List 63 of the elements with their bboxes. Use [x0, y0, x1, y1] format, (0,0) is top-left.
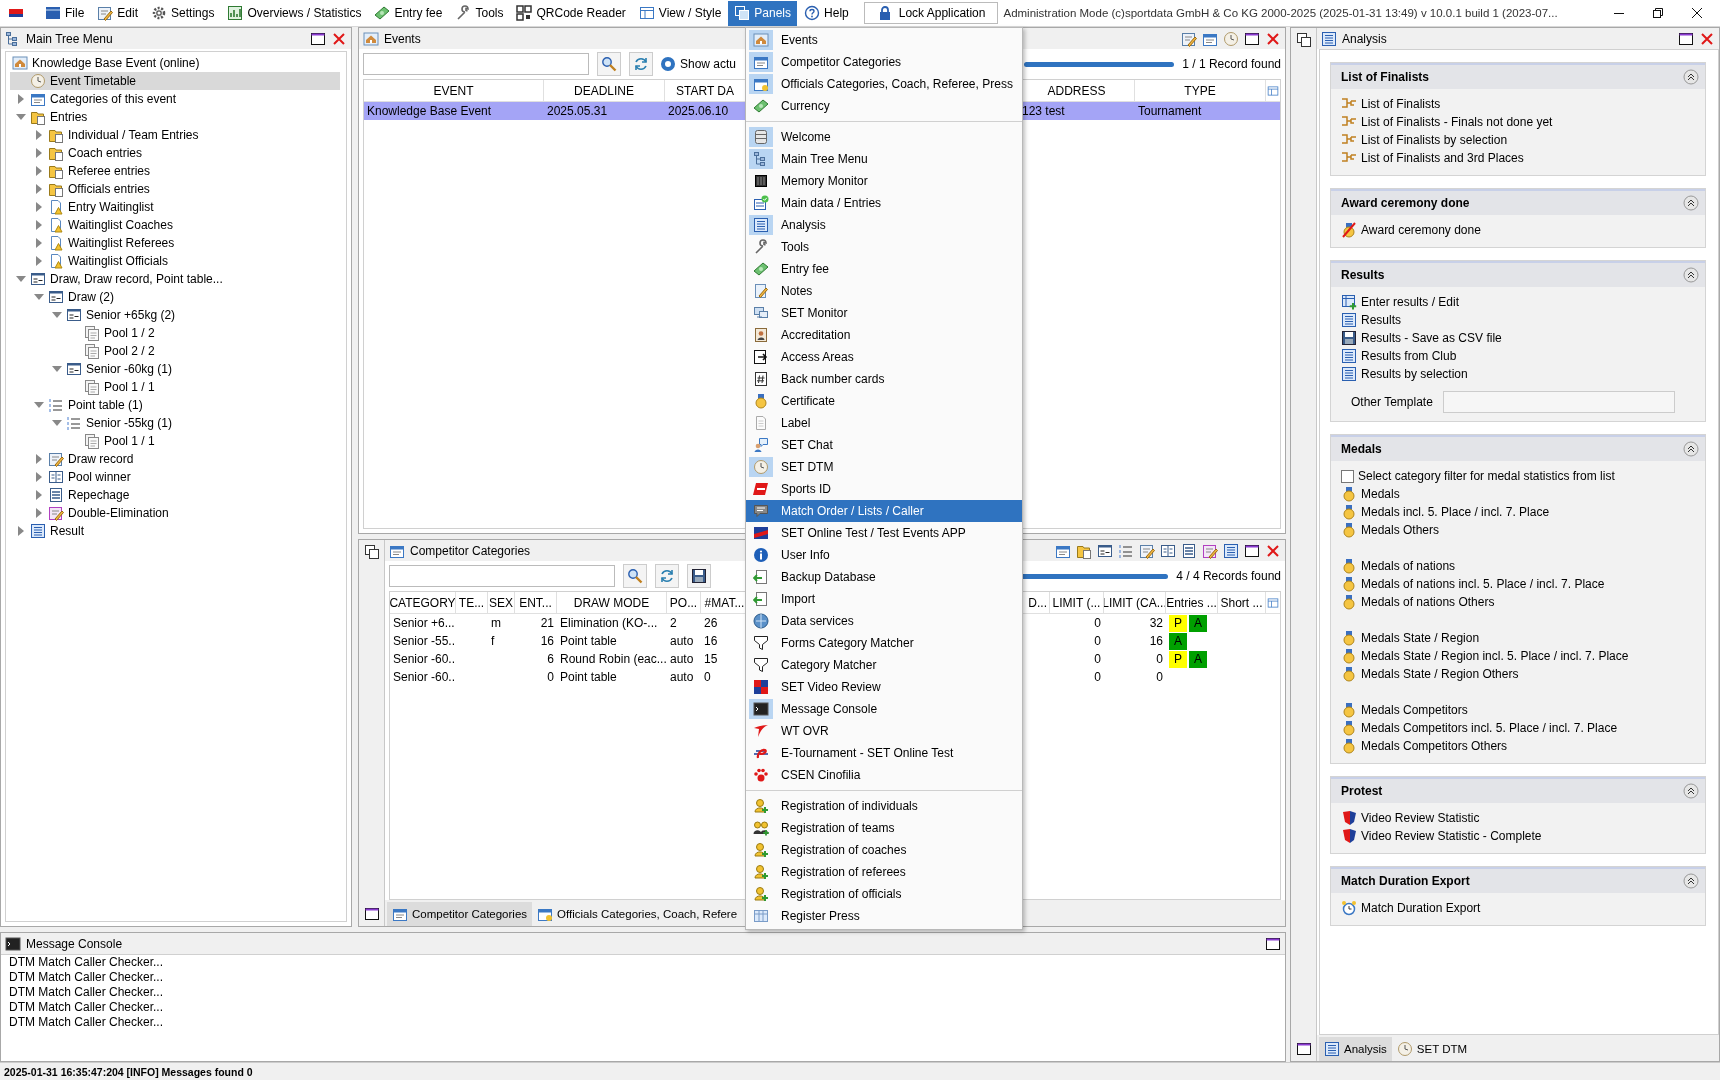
table-cell-text: 2025.06.10 [667, 103, 730, 120]
app-info-text: Administration Mode (c)sportdata GmbH & Co KG 2000-2025 (2025-01-31 13:49) v 10.0.1 build 1 (2023-07... [1003, 7, 1558, 19]
status-badge: A [1169, 632, 1187, 650]
table-cell-text: 15 [703, 651, 719, 668]
status-badge: A [1189, 650, 1207, 668]
table-cell-text: m [490, 615, 502, 632]
table-cell-text: Point table [559, 633, 618, 650]
table-cell-text: Senior -60... [392, 669, 456, 686]
table-cell-text: f [490, 633, 496, 650]
status-badge: P [1169, 650, 1187, 668]
table-cell-text: auto [669, 633, 695, 650]
table-cell-text: 0 [1155, 651, 1164, 668]
table-cell-text: Senior +6... [392, 615, 456, 632]
table-cell-text: 16 [539, 633, 555, 650]
table-cell-text: auto [669, 669, 695, 686]
field-label: Other Template [1351, 395, 1433, 409]
section-title: Results [1341, 268, 1385, 282]
log-line: DTM Match Caller Checker... [9, 955, 165, 970]
table-cell-text: 0 [1093, 651, 1102, 668]
status-badge: A [1189, 614, 1207, 632]
table-cell-text: Senior -55... [392, 633, 456, 650]
table-cell-text: 2025.05.31 [546, 103, 609, 120]
table-cell-text: 0 [546, 669, 555, 686]
table-cell-text: 0 [1093, 633, 1102, 650]
record-count: 1 / 1 Record found [1182, 57, 1281, 71]
panel-title: Message Console [26, 936, 123, 951]
checkbox-label: Select category filter for medal statistics from list [1358, 469, 1615, 483]
log-line: DTM Match Caller Checker... [9, 1000, 165, 1015]
log-line: DTM Match Caller Checker... [9, 985, 165, 1000]
section-title: Award ceremony done [1341, 196, 1470, 210]
table-cell-text: 32 [1148, 615, 1164, 632]
panel-title: Analysis [1342, 31, 1387, 46]
section-title: Match Duration Export [1341, 874, 1470, 888]
status-text: 2025-01-31 16:35:47:204 [INFO] Messages found 0 [4, 1065, 253, 1078]
table-cell-text: 0 [1093, 669, 1102, 686]
radio-label: Show actu [680, 57, 737, 71]
table-cell-text: 2 [669, 615, 678, 632]
section-title: List of Finalists [1341, 70, 1429, 84]
table-cell-text: auto [669, 651, 695, 668]
table-cell-text: Point table [559, 669, 618, 686]
log-line: DTM Match Caller Checker... [9, 970, 165, 985]
table-cell-text: Round Robin (eac... [559, 651, 667, 668]
table-cell-text: Knowledge Base Event [366, 103, 493, 120]
section-title: Protest [1341, 784, 1383, 798]
table-cell-text: Elimination (KO-... [559, 615, 659, 632]
table-cell-text: 21 [539, 615, 555, 632]
log-line: DTM Match Caller Checker... [9, 1015, 165, 1030]
table-cell-text: 0 [1093, 615, 1102, 632]
table-cell-text: 0 [703, 669, 712, 686]
status-badge: P [1169, 614, 1187, 632]
panel-title: Competitor Categories [410, 543, 531, 558]
table-cell-text: Tournament [1137, 103, 1203, 120]
record-count: 4 / 4 Records found [1176, 569, 1281, 583]
table-cell-text: Senior -60... [392, 651, 456, 668]
table-cell-text: 0 [1155, 669, 1164, 686]
panel-title: Events [384, 31, 421, 46]
section-title: Medals [1341, 442, 1382, 456]
table-cell-text: 123 test [1021, 103, 1066, 120]
table-cell-text: 16 [1148, 633, 1164, 650]
table-cell-text: 16 [703, 633, 719, 650]
table-cell-text: 26 [703, 615, 719, 632]
panel-title: Main Tree Menu [26, 31, 113, 46]
table-cell-text: 6 [546, 651, 555, 668]
